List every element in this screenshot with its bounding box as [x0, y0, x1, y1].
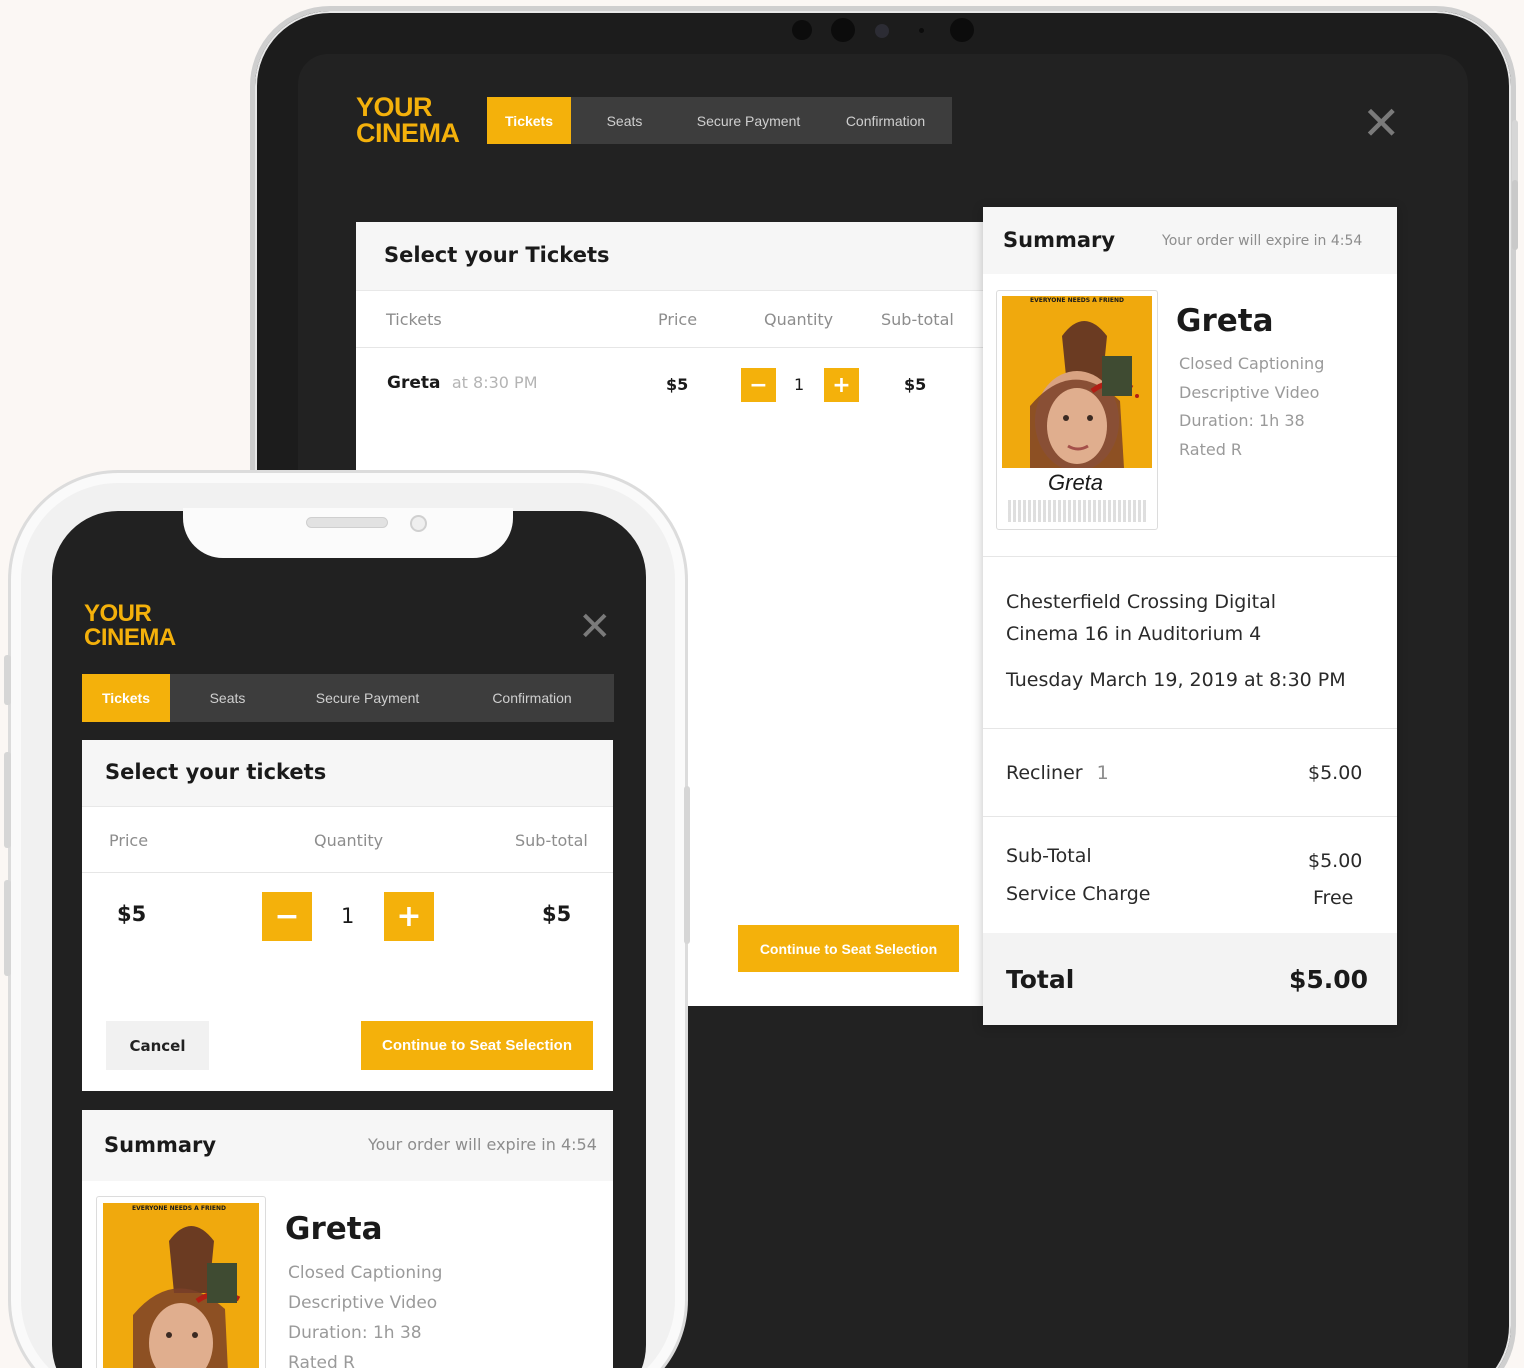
poster-tagline: EVERYONE NEEDS A FRIEND [132, 1205, 226, 1212]
tablet-sensor [831, 18, 855, 42]
ticket-movie-name: Greta [387, 373, 441, 393]
minus-icon: − [749, 372, 768, 398]
order-expire-timer: Your order will expire in 4:54 [1162, 233, 1363, 249]
step-seats[interactable]: Seats [571, 97, 678, 144]
show-datetime: Tuesday March 19, 2019 at 8:30 PM [1006, 669, 1346, 691]
service-charge-value: Free [1313, 887, 1354, 909]
phone-notch [183, 508, 513, 558]
poster-artwork [103, 1203, 259, 1368]
panel-title: Select your tickets [105, 760, 327, 784]
ticket-row: Greta at 8:30 PM [387, 373, 538, 393]
subtotal-label: Sub-Total [1006, 845, 1092, 867]
order-expire-timer: Your order will expire in 4:54 [368, 1135, 597, 1154]
cancel-button[interactable]: Cancel [106, 1021, 209, 1070]
decrease-quantity-button[interactable]: − [741, 368, 776, 402]
summary-title: Summary [1003, 228, 1116, 252]
column-header-quantity: Quantity [314, 831, 384, 850]
service-charge-label: Service Charge [1006, 883, 1151, 905]
phone-side-button [4, 752, 11, 848]
step-confirmation[interactable]: Confirmation [450, 674, 614, 722]
step-seats[interactable]: Seats [170, 674, 285, 722]
movie-poster [103, 1203, 259, 1368]
phone-side-button [4, 880, 11, 976]
minus-icon: − [274, 899, 300, 934]
poster-title: Greta [1048, 470, 1104, 495]
venue-line: Chesterfield Crossing Digital [1006, 591, 1277, 613]
step-secure-payment[interactable]: Secure Payment [678, 97, 819, 144]
feature-descriptive-video: Descriptive Video [288, 1293, 438, 1313]
column-header-price: Price [109, 831, 149, 850]
ticket-subtotal: $5 [904, 375, 927, 394]
column-header-price: Price [658, 310, 698, 329]
total-label: Total [1006, 965, 1075, 994]
tablet-camera [875, 24, 889, 38]
subtotal-value: $5.00 [1308, 850, 1363, 872]
column-header-subtotal: Sub-total [515, 831, 588, 850]
movie-poster [1002, 296, 1152, 468]
quantity-value: 1 [341, 904, 355, 928]
seat-price: $5.00 [1308, 762, 1363, 784]
step-tickets[interactable]: Tickets [82, 674, 170, 722]
step-secure-payment[interactable]: Secure Payment [285, 674, 450, 722]
tablet-side-button [1512, 180, 1518, 250]
column-header-quantity: Quantity [764, 310, 834, 329]
phone-speaker [306, 517, 388, 528]
seat-type: Recliner [1006, 762, 1083, 784]
continue-to-seat-selection-button[interactable]: Continue to Seat Selection [738, 925, 959, 972]
column-header-subtotal: Sub-total [881, 310, 954, 329]
continue-to-seat-selection-button[interactable]: Continue to Seat Selection [361, 1021, 593, 1070]
phone-side-button [684, 786, 690, 944]
feature-duration: Duration: 1h 38 [1179, 411, 1305, 430]
increase-quantity-button[interactable]: + [384, 892, 434, 941]
close-icon[interactable]: ✕ [1362, 100, 1401, 146]
ticket-showtime: at 8:30 PM [451, 373, 538, 392]
movie-title: Greta [285, 1211, 383, 1247]
checkout-steps: Tickets Seats Secure Payment Confirmatio… [487, 97, 952, 144]
total-value: $5.00 [1289, 965, 1369, 994]
increase-quantity-button[interactable]: + [824, 368, 859, 402]
summary-title: Summary [104, 1133, 217, 1157]
divider [356, 347, 986, 348]
close-icon[interactable]: ✕ [578, 607, 612, 647]
plus-icon: + [396, 899, 422, 934]
feature-closed-captioning: Closed Captioning [288, 1263, 443, 1283]
poster-credits [1008, 500, 1148, 522]
ticket-subtotal: $5 [542, 902, 572, 926]
decrease-quantity-button[interactable]: − [262, 892, 312, 941]
tablet-sensor [950, 18, 974, 42]
plus-icon: + [832, 372, 851, 398]
tablet-sensor [792, 20, 812, 40]
poster-artwork [1002, 296, 1152, 468]
feature-closed-captioning: Closed Captioning [1179, 354, 1325, 373]
step-confirmation[interactable]: Confirmation [819, 97, 952, 144]
phone-camera [410, 515, 427, 532]
ticket-price: $5 [117, 902, 147, 926]
feature-duration: Duration: 1h 38 [288, 1323, 422, 1343]
feature-rating: Rated R [288, 1353, 355, 1368]
checkout-steps: Tickets Seats Secure Payment Confirmatio… [82, 674, 614, 722]
ticket-price: $5 [666, 375, 689, 394]
movie-title: Greta [1176, 303, 1274, 339]
venue-line: Cinema 16 in Auditorium 4 [1006, 623, 1262, 645]
divider [983, 556, 1397, 557]
poster-tagline: EVERYONE NEEDS A FRIEND [1030, 297, 1124, 304]
quantity-value: 1 [794, 375, 805, 394]
movie-features: Closed Captioning Descriptive Video Dura… [288, 1258, 442, 1368]
step-tickets[interactable]: Tickets [487, 97, 571, 144]
feature-descriptive-video: Descriptive Video [1179, 382, 1320, 402]
panel-title: Select your Tickets [384, 243, 610, 267]
cinema-logo[interactable]: YOUR CINEMA [356, 93, 460, 147]
cinema-logo[interactable]: YOUR CINEMA [84, 602, 176, 649]
movie-features: Closed Captioning Descriptive Video Dura… [1179, 350, 1324, 464]
divider [82, 872, 613, 873]
seat-count: 1 [1096, 762, 1109, 784]
divider [983, 728, 1397, 729]
seat-line: Recliner 1 [1006, 762, 1109, 784]
divider [983, 816, 1397, 817]
venue-name: Chesterfield Crossing Digital Cinema 16 … [1006, 586, 1276, 650]
tablet-sensor [919, 28, 924, 33]
phone-side-button [4, 655, 11, 705]
column-header-tickets: Tickets [386, 310, 442, 329]
feature-rating: Rated R [1179, 439, 1243, 459]
